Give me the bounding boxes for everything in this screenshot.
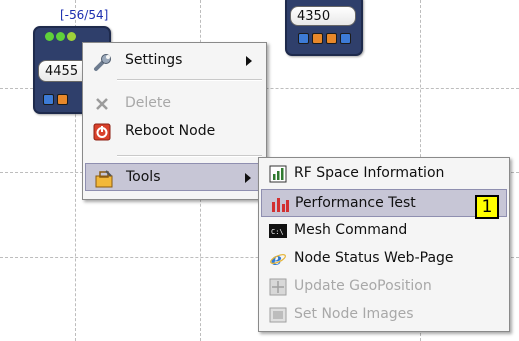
node-value-label: 4350 bbox=[290, 6, 356, 26]
node-port bbox=[43, 94, 54, 105]
bar-chart-icon bbox=[269, 165, 287, 183]
node-link-label[interactable]: [-56/54] bbox=[60, 8, 108, 22]
menu-item-tools[interactable]: Tools bbox=[85, 163, 264, 191]
menu-item-mesh-command[interactable]: C:\ Mesh Command bbox=[261, 217, 507, 245]
status-led-icon bbox=[67, 32, 76, 41]
geoposition-icon bbox=[269, 278, 287, 296]
menu-item-delete[interactable]: Delete bbox=[85, 90, 264, 118]
menu-item-performance-test[interactable]: Performance Test bbox=[261, 189, 507, 217]
menu-item-node-status-web-page[interactable]: e Node Status Web-Page bbox=[261, 245, 507, 273]
node-port bbox=[340, 33, 351, 44]
menu-item-label: Node Status Web-Page bbox=[294, 250, 454, 266]
node-port bbox=[57, 94, 68, 105]
menu-item-label: Performance Test bbox=[295, 195, 416, 211]
wrench-icon bbox=[93, 52, 111, 71]
menu-item-label: Update GeoPosition bbox=[294, 278, 432, 294]
menu-item-label: Settings bbox=[125, 52, 183, 68]
menu-item-label: Set Node Images bbox=[294, 306, 414, 322]
menu-item-update-geoposition[interactable]: Update GeoPosition bbox=[261, 273, 507, 301]
node-context-menu: Settings Delete Reboot Node Tools bbox=[82, 42, 267, 200]
mesh-node-4350[interactable]: 4350 bbox=[285, 0, 363, 56]
performance-chart-icon bbox=[270, 195, 289, 213]
menu-item-label: Reboot Node bbox=[125, 123, 216, 139]
menu-item-settings[interactable]: Settings bbox=[85, 47, 264, 75]
status-led-icon bbox=[56, 32, 65, 41]
delete-x-icon bbox=[93, 95, 111, 113]
toolbox-icon bbox=[94, 169, 113, 188]
menu-item-label: Delete bbox=[125, 95, 171, 111]
status-led-icon bbox=[45, 32, 54, 41]
terminal-icon: C:\ bbox=[269, 222, 287, 240]
node-port bbox=[326, 33, 337, 44]
annotation-marker: 1 bbox=[475, 195, 499, 219]
menu-separator bbox=[117, 79, 262, 81]
menu-item-label: Tools bbox=[126, 169, 161, 185]
menu-separator bbox=[117, 155, 262, 157]
menu-item-rf-space-information[interactable]: RF Space Information bbox=[261, 160, 507, 188]
menu-item-set-node-images[interactable]: Set Node Images bbox=[261, 301, 507, 329]
internet-explorer-icon: e bbox=[269, 250, 287, 270]
submenu-arrow-icon bbox=[246, 56, 252, 66]
reboot-icon bbox=[93, 123, 111, 141]
node-port bbox=[298, 33, 309, 44]
image-icon bbox=[269, 306, 287, 324]
node-port bbox=[312, 33, 323, 44]
menu-item-reboot-node[interactable]: Reboot Node bbox=[85, 118, 264, 146]
svg-text:C:\: C:\ bbox=[271, 228, 284, 236]
submenu-arrow-icon bbox=[245, 173, 251, 183]
tools-submenu: RF Space Information Performance Test C:… bbox=[258, 157, 510, 332]
menu-item-label: RF Space Information bbox=[294, 165, 445, 181]
menu-item-label: Mesh Command bbox=[294, 222, 408, 238]
